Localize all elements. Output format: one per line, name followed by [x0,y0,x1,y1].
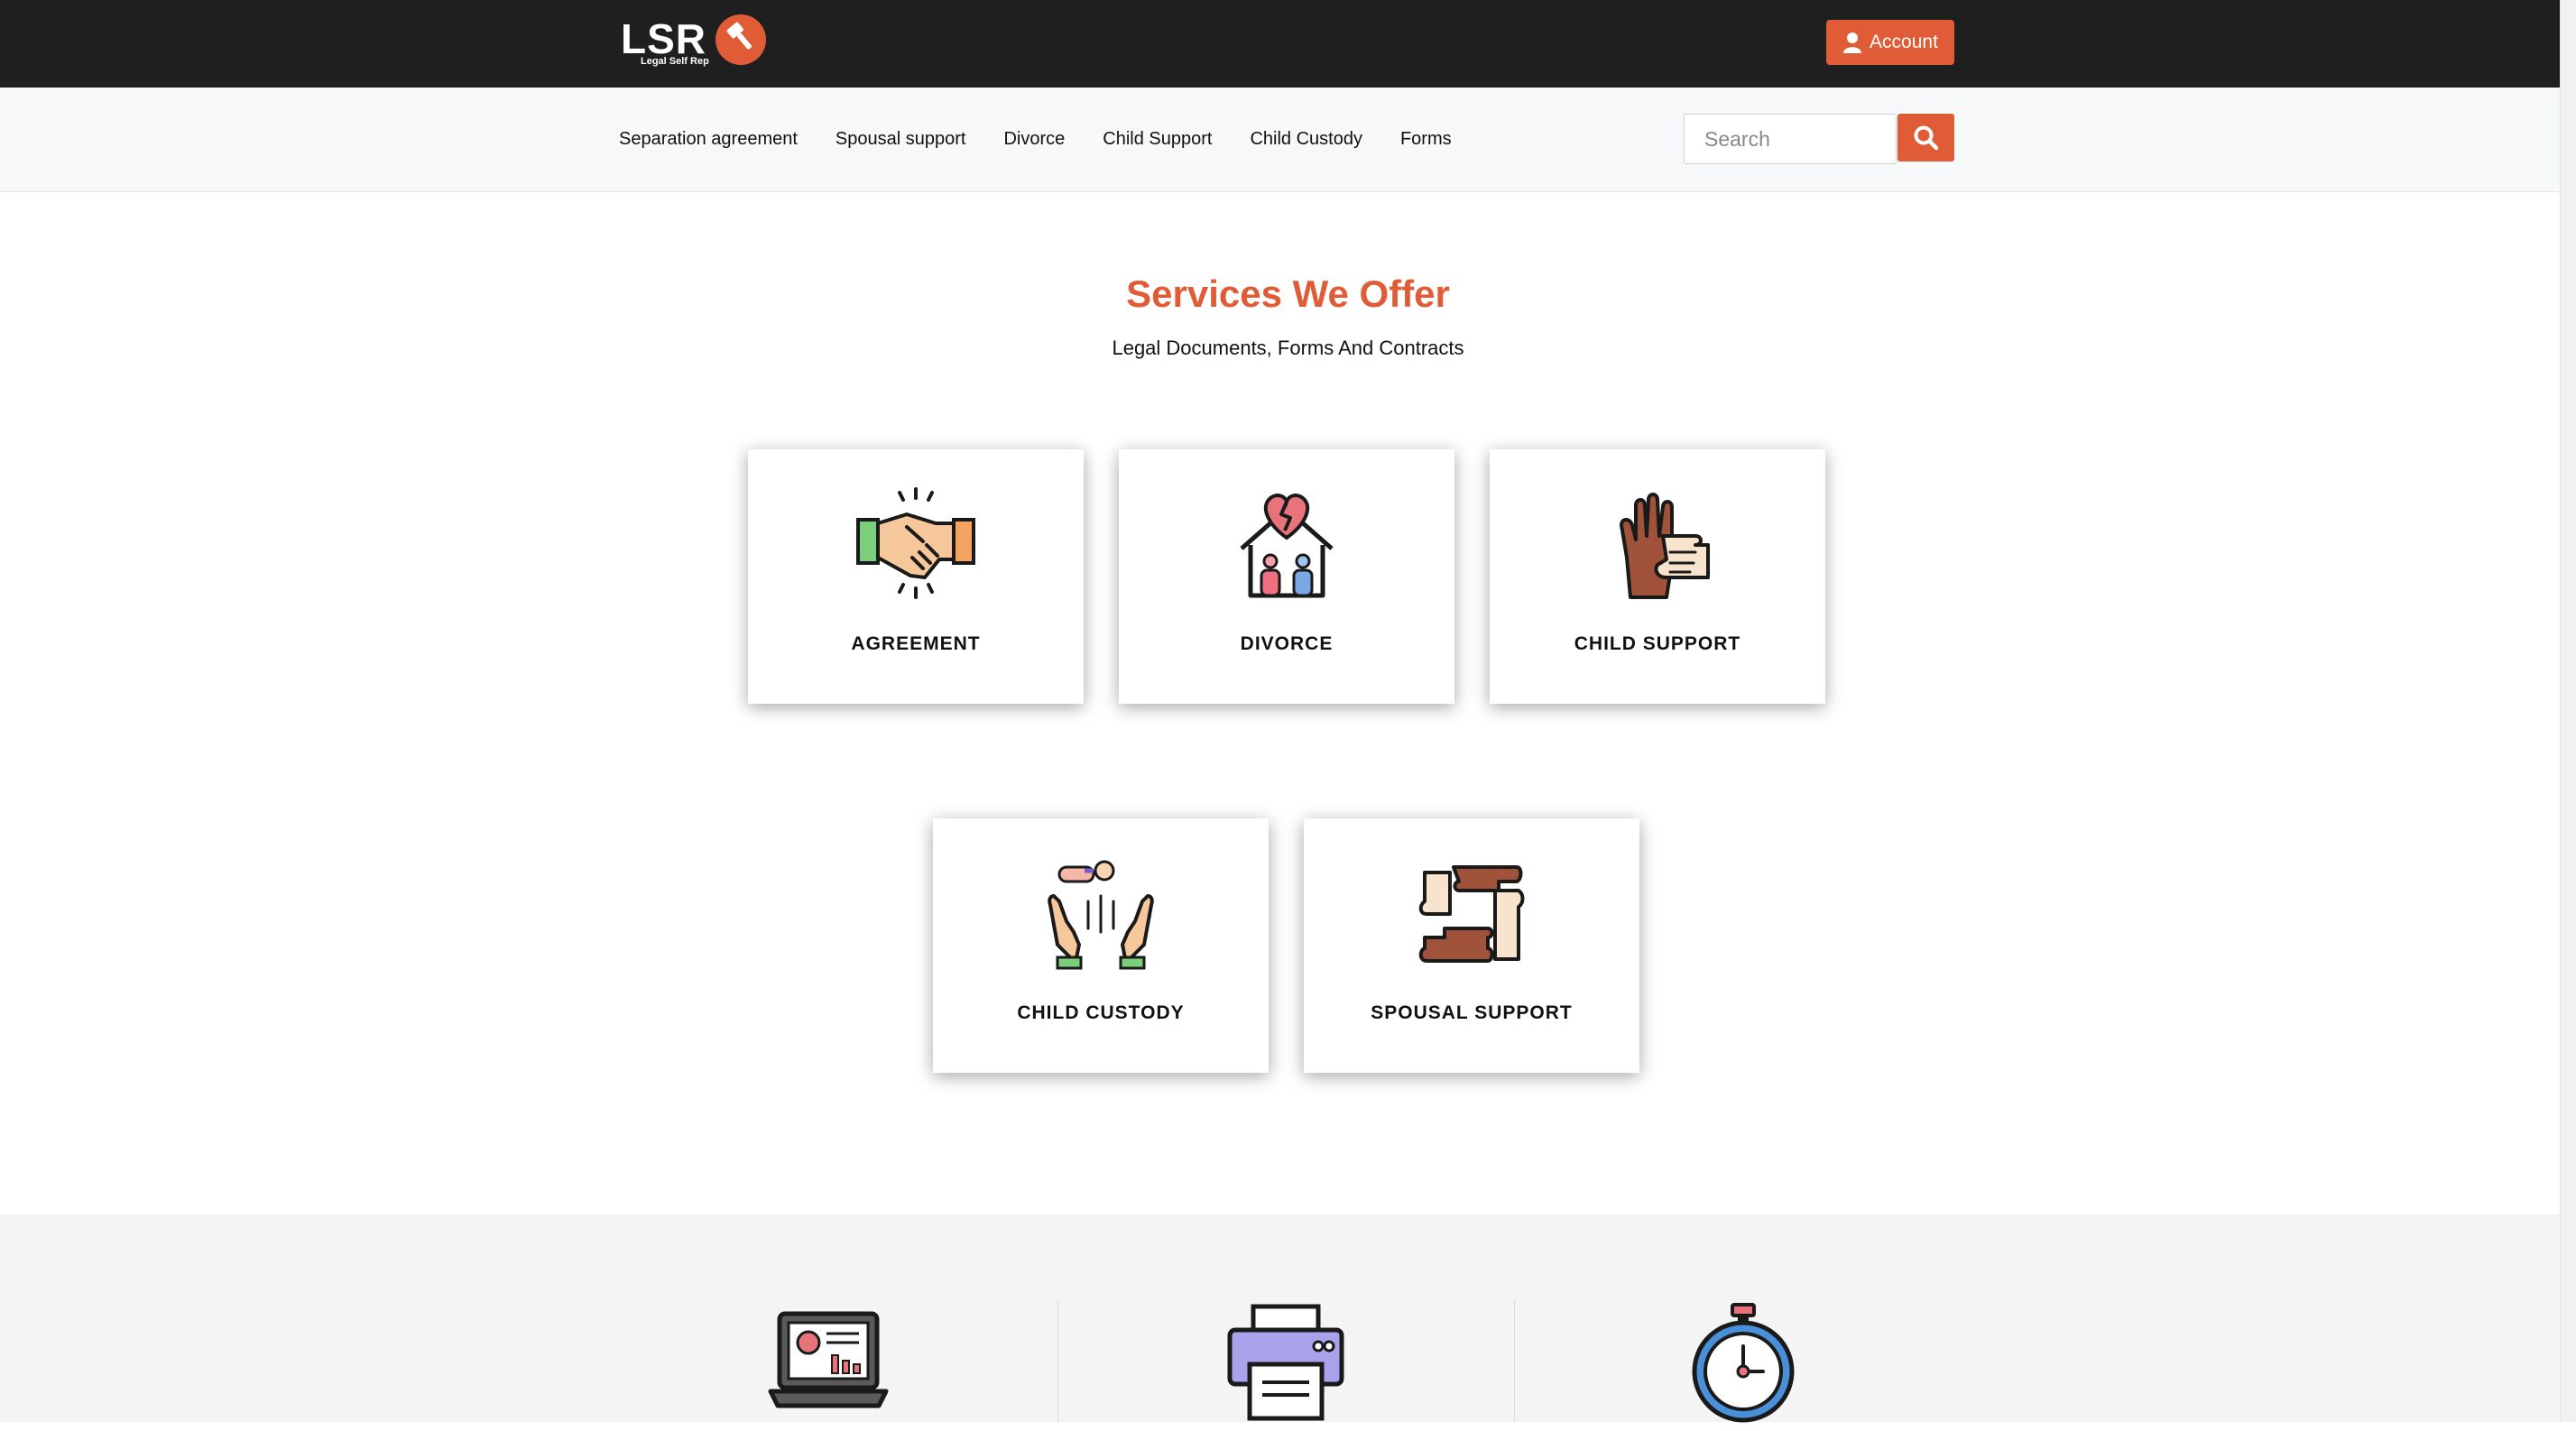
nav-item-child-support[interactable]: Child Support [1103,129,1212,150]
baby-hands-icon [1048,860,1154,970]
handshake-icon [856,487,975,599]
printer-icon [1227,1304,1344,1421]
stopwatch-icon [1692,1303,1795,1423]
nav-item-divorce[interactable]: Divorce [1003,129,1065,150]
gavel-icon [716,14,766,65]
section-subtitle: Legal Documents, Forms And Contracts [1112,337,1464,359]
search-button[interactable] [1897,114,1954,162]
service-card-child-custody[interactable]: CHILD CUSTODY [933,818,1269,1073]
logo-subtitle: Legal Self Rep [641,56,709,67]
service-card-divorce[interactable]: DIVORCE [1119,449,1454,704]
nav-item-child-custody[interactable]: Child Custody [1250,129,1362,150]
hands-support-icon [1620,493,1710,599]
nav-links: Separation agreement Spousal support Div… [619,88,1452,191]
service-card-label: AGREEMENT [851,633,981,654]
account-button[interactable]: Account [1826,20,1954,65]
search-icon [1914,125,1938,150]
service-card-spousal-support[interactable]: SPOUSAL SUPPORT [1304,818,1639,1073]
broken-heart-house-icon [1240,494,1334,598]
service-card-agreement[interactable]: AGREEMENT [748,449,1084,704]
service-card-label: DIVORCE [1240,633,1334,654]
nav-item-forms[interactable]: Forms [1400,129,1452,150]
feature-divider [1514,1299,1515,1422]
laptop-chart-icon [768,1311,889,1408]
site-logo[interactable]: LSR Legal Self Rep [621,13,770,72]
service-card-label: CHILD SUPPORT [1574,633,1741,654]
hands-square-icon [1418,865,1525,963]
service-card-label: CHILD CUSTODY [1017,1002,1185,1023]
nav-bar: Separation agreement Spousal support Div… [0,88,2560,192]
nav-item-separation-agreement[interactable]: Separation agreement [619,129,798,150]
section-title: Services We Offer [1126,272,1450,315]
account-label: Account [1870,32,1938,52]
page-scrollbar[interactable] [2560,0,2576,1422]
search-input[interactable] [1684,114,1897,164]
service-card-label: SPOUSAL SUPPORT [1371,1002,1573,1023]
nav-item-spousal-support[interactable]: Spousal support [836,129,966,150]
feature-divider [1057,1299,1058,1422]
features-section [0,1214,2560,1423]
service-card-child-support[interactable]: CHILD SUPPORT [1490,449,1825,704]
user-icon [1843,32,1862,53]
top-bar: LSR Legal Self Rep Account [0,0,2560,88]
